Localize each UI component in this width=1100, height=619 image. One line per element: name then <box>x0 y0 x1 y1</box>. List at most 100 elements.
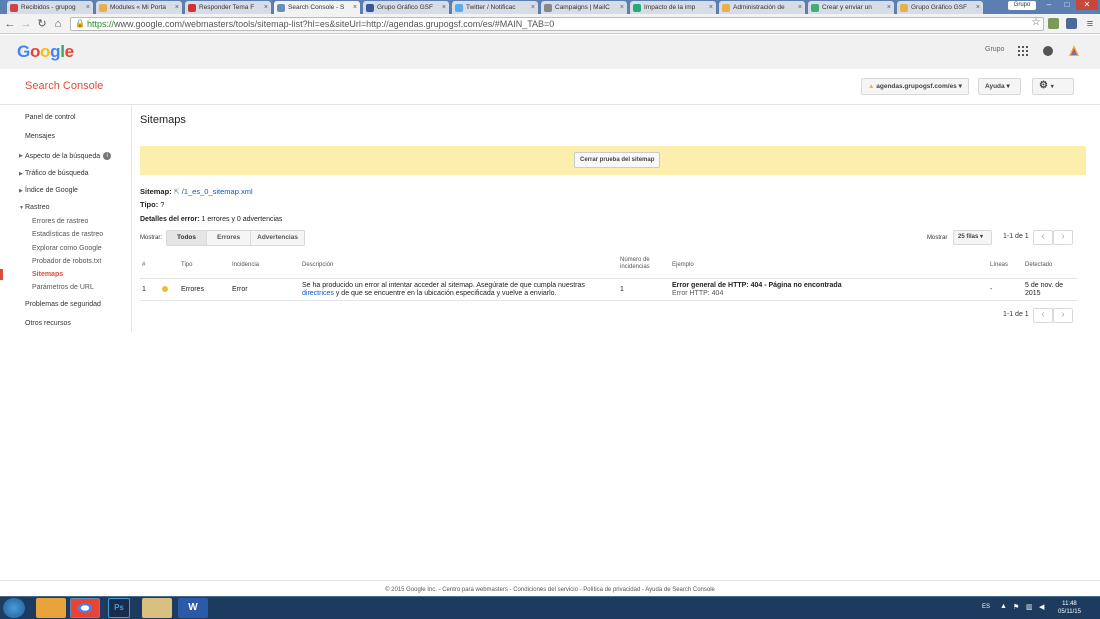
close-tab-icon[interactable]: × <box>175 1 179 14</box>
sitemap-url-link[interactable]: /1_es_0_sitemap.xml <box>182 187 253 196</box>
table-row[interactable]: 1 Errores Error Se ha producido un error… <box>140 279 1078 301</box>
filter-warnings-button[interactable]: Advertencias <box>251 231 304 245</box>
col-header-incidence[interactable]: Incidencia <box>232 262 259 268</box>
sidebar-item-other-resources[interactable]: Otros recursos <box>25 320 71 327</box>
col-header-description[interactable]: Descripción <box>302 262 333 268</box>
menu-icon[interactable]: ≡ <box>1084 17 1096 31</box>
browser-tab[interactable]: Twitter / Notificac × <box>452 1 538 14</box>
guidelines-link[interactable]: directrices <box>302 290 334 297</box>
next-page-icon[interactable]: › <box>1053 230 1073 245</box>
sidebar-item-crawl-stats[interactable]: Estadísticas de rastreo <box>32 231 103 238</box>
row-type: Errores <box>181 286 204 293</box>
language-indicator[interactable]: ES <box>982 604 990 610</box>
network-icon[interactable]: ▥ <box>1026 603 1033 611</box>
close-tab-icon[interactable]: × <box>86 1 90 14</box>
info-icon[interactable]: i <box>103 152 112 160</box>
sidebar-item-security-issues[interactable]: Problemas de seguridad <box>25 301 101 308</box>
col-header-detected[interactable]: Detectado <box>1025 262 1052 268</box>
close-tab-icon[interactable]: × <box>353 1 357 14</box>
sidebar-item-messages[interactable]: Mensajes <box>25 133 55 140</box>
outlook-taskbar-icon[interactable] <box>36 598 66 618</box>
browser-tab-label: Twitter / Notificac <box>466 4 516 11</box>
google-logo[interactable]: Google <box>17 42 74 62</box>
close-tab-icon[interactable]: × <box>887 1 891 14</box>
example-title: Error general de HTTP: 404 - Página no e… <box>672 282 842 289</box>
back-icon[interactable]: ← <box>4 17 16 31</box>
close-tab-icon[interactable]: × <box>620 1 624 14</box>
sidebar-item-dashboard[interactable]: Panel de control <box>25 114 76 121</box>
sidebar-item-search-appearance[interactable]: ▶ Aspecto de la búsqueda i <box>19 152 112 160</box>
extension-map-icon[interactable] <box>1048 18 1059 29</box>
browser-tab[interactable]: Impacto de la imp × <box>630 1 716 14</box>
help-button[interactable]: Ayuda ▾ <box>978 78 1021 95</box>
sidebar-item-sitemaps[interactable]: Sitemaps <box>32 271 63 278</box>
rows-per-page-select[interactable]: 25 filas ▾ <box>953 230 992 245</box>
close-tab-icon[interactable]: × <box>264 1 268 14</box>
col-header-num[interactable]: # <box>142 262 145 268</box>
site-selector[interactable]: ▲ agendas.grupogsf.com/es ▾ <box>861 78 969 95</box>
site-favicon-icon: ▲ <box>868 83 877 90</box>
account-link[interactable]: Grupo <box>985 46 1004 53</box>
browser-tab[interactable]: Grupo Gráfico GSF × <box>363 1 449 14</box>
address-bar[interactable]: 🔒 https://www.google.com/webmasters/tools… <box>70 17 1044 31</box>
notifications-icon[interactable] <box>1043 46 1053 56</box>
browser-user-chip[interactable]: Grupo <box>1008 1 1036 10</box>
prev-page-icon[interactable]: ‹ <box>1033 230 1053 245</box>
sidebar-item-fetch-as-google[interactable]: Explorar como Google <box>32 245 102 252</box>
col-header-type[interactable]: Tipo <box>181 262 192 268</box>
close-tab-icon[interactable]: × <box>976 1 980 14</box>
browser-tab[interactable]: Search Console - S × <box>274 1 360 14</box>
page-footer[interactable]: © 2015 Google Inc. - Centro para webmast… <box>0 580 1100 596</box>
browser-tab[interactable]: Recibidos - grupog × <box>7 1 93 14</box>
browser-tab[interactable]: Responder Tema F × <box>185 1 271 14</box>
reload-icon[interactable]: ↻ <box>36 17 48 31</box>
url-scheme: https:// <box>87 19 115 29</box>
tray-arrow-icon[interactable]: ▲ <box>1000 603 1007 610</box>
type-label: Tipo: <box>140 200 159 209</box>
forward-icon[interactable]: → <box>20 17 32 31</box>
close-tab-icon[interactable]: × <box>531 1 535 14</box>
minimize-icon[interactable]: – <box>1040 0 1058 10</box>
browser-tab[interactable]: Modules « Mi Porta × <box>96 1 182 14</box>
sidebar-item-crawl[interactable]: ▼ Rastreo <box>19 204 50 211</box>
sidebar-item-search-traffic[interactable]: ▶ Tráfico de búsqueda <box>19 170 89 177</box>
filter-errors-button[interactable]: Errores <box>207 231 252 245</box>
col-header-example[interactable]: Ejemplo <box>672 262 694 268</box>
sidebar-item-crawl-errors[interactable]: Errores de rastreo <box>32 218 88 225</box>
chrome-taskbar-icon[interactable] <box>70 598 100 618</box>
close-tab-icon[interactable]: × <box>798 1 802 14</box>
search-console-bar: Search Console ▲ agendas.grupogsf.com/es… <box>0 69 1100 105</box>
chevron-down-icon: ▾ <box>958 83 962 90</box>
bookmark-star-icon[interactable]: ☆ <box>1030 16 1042 30</box>
word-taskbar-icon[interactable]: W <box>178 598 208 618</box>
col-header-count[interactable]: Número de incidencias <box>620 257 660 271</box>
close-tab-icon[interactable]: × <box>709 1 713 14</box>
browser-tab[interactable]: Campaigns | MailC × <box>541 1 627 14</box>
explorer-taskbar-icon[interactable] <box>142 598 172 618</box>
close-tab-icon[interactable]: × <box>442 1 446 14</box>
browser-tab[interactable]: Grupo Gráfico GSF × <box>897 1 983 14</box>
search-console-title[interactable]: Search Console <box>25 80 103 92</box>
prev-page-icon[interactable]: ‹ <box>1033 308 1053 323</box>
col-header-lines[interactable]: Líneas <box>990 262 1008 268</box>
apps-grid-icon[interactable] <box>1018 46 1028 56</box>
filter-all-button[interactable]: Todos <box>167 231 208 245</box>
extension-counter-icon[interactable] <box>1066 18 1077 29</box>
flag-icon[interactable]: ⚑ <box>1013 603 1019 611</box>
browser-tab[interactable]: Administración de × <box>719 1 805 14</box>
start-button-icon[interactable] <box>3 598 25 618</box>
close-sitemap-test-button[interactable]: Cerrar prueba del sitemap <box>574 152 661 168</box>
sidebar-item-url-parameters[interactable]: Parámetros de URL <box>32 284 94 291</box>
next-page-icon[interactable]: › <box>1053 308 1073 323</box>
settings-button[interactable]: ⚙ ▾ <box>1032 78 1074 95</box>
photoshop-taskbar-icon[interactable]: Ps <box>108 598 130 618</box>
volume-icon[interactable]: ◀ <box>1039 603 1044 611</box>
browser-tab[interactable]: Crear y enviar un × <box>808 1 894 14</box>
sidebar-item-google-index[interactable]: ▶ Índice de Google <box>19 187 78 194</box>
maximize-icon[interactable]: □ <box>1058 0 1076 10</box>
clock[interactable]: 11:48 05/11/15 <box>1058 600 1081 616</box>
avatar[interactable] <box>1068 44 1080 57</box>
sidebar-item-robots-tester[interactable]: Probador de robots.txt <box>32 258 101 265</box>
home-icon[interactable]: ⌂ <box>52 17 64 31</box>
close-window-icon[interactable]: ✕ <box>1076 0 1098 10</box>
